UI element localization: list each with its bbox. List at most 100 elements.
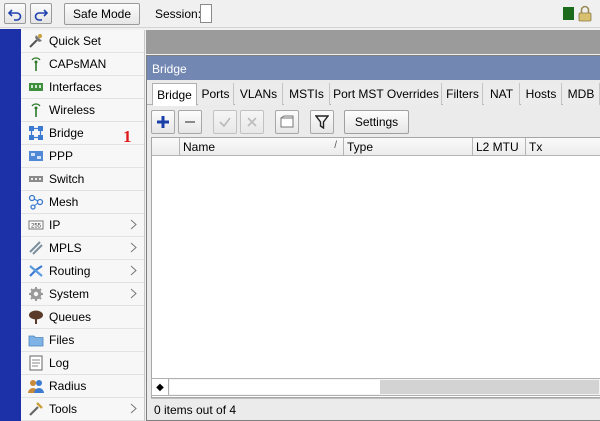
session-label: Session: <box>155 7 202 21</box>
main-toolbar: Safe Mode Session: <box>0 0 600 28</box>
sidebar-item-mesh[interactable]: Mesh <box>21 191 144 214</box>
sidebar-item-label: Interfaces <box>49 80 102 94</box>
scroll-track[interactable] <box>380 380 599 394</box>
folder-icon <box>27 332 45 348</box>
sidebar-item-radius[interactable]: Radius <box>21 375 144 398</box>
sidebar-item-label: Files <box>49 333 75 347</box>
sidebar-item-routing[interactable]: Routing <box>21 260 144 283</box>
workspace-background <box>146 30 600 54</box>
safe-mode-button[interactable]: Safe Mode <box>64 3 140 25</box>
sidebar-item-ppp[interactable]: PPP <box>21 145 144 168</box>
gear-icon <box>27 286 45 302</box>
sidebar-item-label: Radius <box>49 379 87 393</box>
comment-icon <box>280 115 294 128</box>
sidebar-item-ip[interactable]: 255 IP <box>21 214 144 237</box>
window-title[interactable]: Bridge <box>147 56 600 80</box>
tab-filters[interactable]: Filters <box>443 83 483 105</box>
sidebar-item-files[interactable]: Files <box>21 329 144 352</box>
sidebar-item-quick-set[interactable]: Quick Set <box>21 30 144 53</box>
tab-vlans[interactable]: VLANs <box>235 83 283 105</box>
filter-button[interactable] <box>310 110 334 134</box>
bridge-table: Name / Type L2 MTU Tx <box>151 137 600 398</box>
routing-icon <box>27 263 45 279</box>
sidebar-item-label: Mesh <box>49 195 79 209</box>
disable-button[interactable] <box>240 110 264 134</box>
svg-text:255: 255 <box>31 224 42 230</box>
redo-button[interactable] <box>30 3 52 24</box>
sidebar-item-label: PPP <box>49 149 74 163</box>
filter-icon <box>315 115 329 129</box>
radius-icon <box>27 378 45 394</box>
horizontal-scrollbar[interactable]: ◆ <box>151 378 600 396</box>
enable-button[interactable] <box>213 110 237 134</box>
sidebar-item-label: CAPsMAN <box>49 57 107 71</box>
settings-button[interactable]: Settings <box>344 110 409 134</box>
scroll-thumb[interactable] <box>170 380 380 394</box>
sidebar-item-label: Bridge <box>49 126 84 140</box>
column-flags[interactable] <box>152 138 180 156</box>
sidebar-item-wireless[interactable]: Wireless <box>21 99 144 122</box>
column-name[interactable]: Name / <box>180 138 344 156</box>
annotation-marker-1: 1 <box>123 127 132 146</box>
bridge-window: Bridge Bridge Ports VLANs MSTIs Port MST… <box>146 55 600 421</box>
status-text: 0 items out of 4 <box>151 398 600 420</box>
mesh-icon <box>27 194 45 210</box>
column-type[interactable]: Type <box>344 138 473 156</box>
add-icon <box>157 116 169 128</box>
tab-port-mst-overrides[interactable]: Port MST Overrides <box>331 83 442 105</box>
tools-icon <box>27 401 45 417</box>
remove-icon <box>185 121 195 123</box>
sidebar-item-label: Log <box>49 356 70 370</box>
tab-bar: Bridge Ports VLANs MSTIs Port MST Overri… <box>147 83 600 106</box>
lock-icon <box>578 5 592 22</box>
tab-bridge[interactable]: Bridge <box>152 83 197 106</box>
session-field[interactable] <box>200 4 212 23</box>
antenna-icon <box>27 102 45 118</box>
tab-ports[interactable]: Ports <box>198 83 234 105</box>
tab-nat[interactable]: NAT <box>484 83 520 105</box>
remove-button[interactable] <box>178 110 202 134</box>
sidebar-item-system[interactable]: System <box>21 283 144 306</box>
sidebar-item-interfaces[interactable]: Interfaces <box>21 76 144 99</box>
tab-hosts[interactable]: Hosts <box>521 83 562 105</box>
ip-icon: 255 <box>27 217 45 233</box>
bridge-icon <box>27 125 45 141</box>
sidebar-item-capsman[interactable]: CAPsMAN <box>21 53 144 76</box>
sidebar-item-label: Switch <box>49 172 85 186</box>
comment-button[interactable] <box>275 110 299 134</box>
sidebar-menu: Quick Set CAPsMAN Interfaces Wireless Br… <box>21 30 145 421</box>
add-button[interactable] <box>151 110 175 134</box>
sidebar-item-log[interactable]: Log <box>21 352 144 375</box>
scroll-diamond-button[interactable]: ◆ <box>152 379 169 395</box>
tab-mstis[interactable]: MSTIs <box>284 83 330 105</box>
quick-set-icon <box>27 33 45 49</box>
undo-button[interactable] <box>4 3 26 24</box>
sidebar-item-tools[interactable]: Tools <box>21 398 144 421</box>
column-tx[interactable]: Tx <box>526 138 600 156</box>
sidebar-item-label: Quick Set <box>49 34 102 48</box>
connection-status-indicator <box>563 7 574 20</box>
sidebar-item-mpls[interactable]: MPLS <box>21 237 144 260</box>
column-l2-mtu[interactable]: L2 MTU <box>473 138 526 156</box>
sidebar-item-queues[interactable]: Queues <box>21 306 144 329</box>
sidebar-item-label: Tools <box>49 402 78 416</box>
table-header: Name / Type L2 MTU Tx <box>152 138 600 156</box>
submenu-arrow-icon <box>130 288 137 299</box>
antenna-icon <box>27 56 45 72</box>
submenu-arrow-icon <box>130 265 137 276</box>
mpls-icon <box>27 240 45 256</box>
switch-icon <box>27 171 45 187</box>
sidebar-item-label: Queues <box>49 310 92 324</box>
sidebar-item-switch[interactable]: Switch <box>21 168 144 191</box>
sidebar-item-label: Routing <box>49 264 91 278</box>
column-name-label: Name <box>183 140 216 154</box>
redo-icon <box>34 8 48 21</box>
sidebar-item-label: System <box>49 287 90 301</box>
submenu-arrow-icon <box>130 403 137 414</box>
interfaces-icon <box>27 79 45 95</box>
ppp-icon <box>27 148 45 164</box>
tab-mdb[interactable]: MDB <box>563 83 600 105</box>
sidebar-item-label: IP <box>49 218 61 232</box>
winbox-side-strip <box>0 29 21 421</box>
undo-icon <box>8 8 22 21</box>
